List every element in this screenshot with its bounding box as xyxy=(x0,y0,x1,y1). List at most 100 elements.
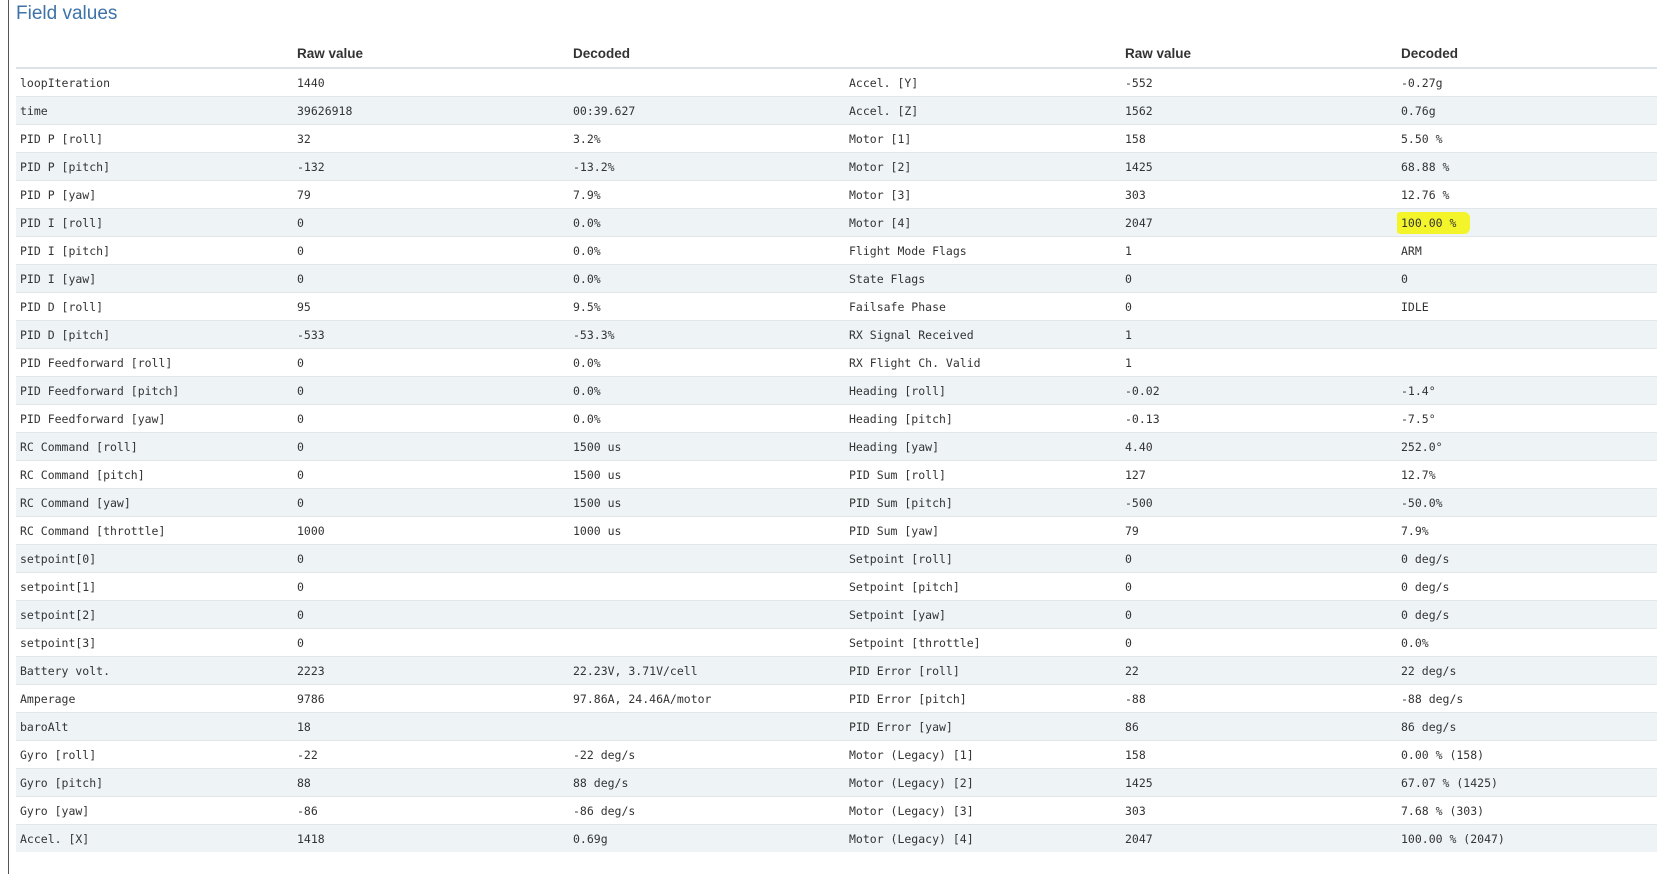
field-name-cell: PID Error [roll] xyxy=(845,656,1121,685)
field-name-cell: Heading [yaw] xyxy=(845,432,1121,461)
raw-value-cell: 0 xyxy=(1121,544,1397,573)
section-title: Field values xyxy=(16,3,118,24)
decoded-value-cell: 1500 us xyxy=(569,488,845,517)
raw-value-cell: 1000 xyxy=(293,516,569,545)
decoded-value-cell xyxy=(1397,348,1657,377)
field-name-cell: RC Command [yaw] xyxy=(16,488,293,517)
raw-value-cell: 9786 xyxy=(293,684,569,713)
raw-value-cell: 0 xyxy=(293,404,569,433)
field-name-cell: PID I [roll] xyxy=(16,208,293,237)
table-row: PID Feedforward [yaw] 0 0.0% Heading [pitch… xyxy=(16,404,1657,433)
raw-value-cell: 0 xyxy=(1121,600,1397,629)
table-row: Battery volt. 2223 22.23V, 3.71V/cell PID E… xyxy=(16,656,1657,685)
decoded-value-cell: -86 deg/s xyxy=(569,796,845,825)
field-name-cell: PID D [pitch] xyxy=(16,320,293,349)
field-values-table: Raw value Decoded Raw value Decoded loop… xyxy=(16,39,1657,852)
decoded-value-cell xyxy=(569,712,845,741)
field-name-cell: time xyxy=(16,96,293,125)
table-row: PID I [roll] 0 0.0% Motor [4] 2047 100.00 % xyxy=(16,208,1657,237)
raw-value-cell: -86 xyxy=(293,796,569,825)
decoded-value-cell: 97.86A, 24.46A/motor xyxy=(569,684,845,713)
raw-value-cell: 0 xyxy=(1121,572,1397,601)
table-row: Gyro [roll] -22 -22 deg/s Motor (Legacy) [1… xyxy=(16,740,1657,769)
field-name-cell: RX Signal Received xyxy=(845,320,1121,349)
raw-value-cell: -22 xyxy=(293,740,569,769)
decoded-value-cell: -22 deg/s xyxy=(569,740,845,769)
decoded-value-cell xyxy=(1397,320,1657,349)
field-name-cell: PID Error [pitch] xyxy=(845,684,1121,713)
field-name-cell: Flight Mode Flags xyxy=(845,236,1121,265)
field-name-cell: PID Sum [pitch] xyxy=(845,488,1121,517)
decoded-value-cell: 0 xyxy=(1397,264,1657,293)
raw-value-cell: -88 xyxy=(1121,684,1397,713)
raw-value-cell: 0 xyxy=(293,208,569,237)
header-field-name xyxy=(16,39,293,69)
raw-value-cell: 79 xyxy=(1121,516,1397,545)
table-row: Amperage 9786 97.86A, 24.46A/motor PID Erro… xyxy=(16,684,1657,713)
raw-value-cell: 39626918 xyxy=(293,96,569,125)
raw-value-cell: 1 xyxy=(1121,348,1397,377)
decoded-value-cell: 0 deg/s xyxy=(1397,544,1657,573)
table-row: time 39626918 00:39.627 Accel. [Z] 1562 0.76g xyxy=(16,96,1657,125)
raw-value-cell: 86 xyxy=(1121,712,1397,741)
field-name-cell: setpoint[1] xyxy=(16,572,293,601)
raw-value-cell: 303 xyxy=(1121,796,1397,825)
raw-value-cell: 1418 xyxy=(293,824,569,852)
field-name-cell: RX Flight Ch. Valid xyxy=(845,348,1121,377)
field-name-cell: Motor [2] xyxy=(845,152,1121,181)
table-row: PID I [pitch] 0 0.0% Flight Mode Flags 1 ARM xyxy=(16,236,1657,265)
header-row: Raw value Decoded Raw value Decoded xyxy=(16,39,1657,69)
decoded-value-cell: 0.0% xyxy=(569,208,845,237)
raw-value-cell: 1562 xyxy=(1121,96,1397,125)
field-name-cell: PID Error [yaw] xyxy=(845,712,1121,741)
field-name-cell: Setpoint [throttle] xyxy=(845,628,1121,657)
field-name-cell: Motor (Legacy) [2] xyxy=(845,768,1121,797)
decoded-value-cell: 88 deg/s xyxy=(569,768,845,797)
decoded-value-cell: 0.0% xyxy=(569,404,845,433)
field-name-cell: Setpoint [yaw] xyxy=(845,600,1121,629)
table-row: Accel. [X] 1418 0.69g Motor (Legacy) [4] 204… xyxy=(16,824,1657,852)
decoded-value-cell: 00:39.627 xyxy=(569,96,845,125)
decoded-value-cell: 252.0° xyxy=(1397,432,1657,461)
decoded-value-cell: 1500 us xyxy=(569,460,845,489)
raw-value-cell: 0 xyxy=(293,572,569,601)
field-name-cell: loopIteration xyxy=(16,67,293,97)
field-name-cell: setpoint[0] xyxy=(16,544,293,573)
field-name-cell: Gyro [pitch] xyxy=(16,768,293,797)
field-name-cell: PID Sum [roll] xyxy=(845,460,1121,489)
decoded-value-cell xyxy=(569,628,845,657)
table-row: setpoint[2] 0 Setpoint [yaw] 0 0 deg/s xyxy=(16,600,1657,629)
field-name-cell: setpoint[3] xyxy=(16,628,293,657)
decoded-value-cell: 0.76g xyxy=(1397,96,1657,125)
field-name-cell: Accel. [X] xyxy=(16,824,293,852)
decoded-value-cell: ARM xyxy=(1397,236,1657,265)
raw-value-cell: 0 xyxy=(293,376,569,405)
raw-value-cell: 1425 xyxy=(1121,768,1397,797)
raw-value-cell: -552 xyxy=(1121,67,1397,97)
table-row: Gyro [yaw] -86 -86 deg/s Motor (Legacy) [3]… xyxy=(16,796,1657,825)
table-row: RC Command [throttle] 1000 1000 us PID Sum … xyxy=(16,516,1657,545)
table-row: RC Command [roll] 0 1500 us Heading [yaw] 4.… xyxy=(16,432,1657,461)
decoded-value-cell: 0.00 % (158) xyxy=(1397,740,1657,769)
table-row: PID Feedforward [roll] 0 0.0% RX Flight Ch.… xyxy=(16,348,1657,377)
field-name-cell: PID I [yaw] xyxy=(16,264,293,293)
raw-value-cell: 0 xyxy=(293,236,569,265)
decoded-value-cell: -7.5° xyxy=(1397,404,1657,433)
field-name-cell: Motor [4] xyxy=(845,208,1121,237)
raw-value-cell: -500 xyxy=(1121,488,1397,517)
decoded-value-cell: 100.00 % xyxy=(1397,208,1657,237)
table-row: PID D [pitch] -533 -53.3% RX Signal Receive… xyxy=(16,320,1657,349)
field-name-cell: PID Feedforward [pitch] xyxy=(16,376,293,405)
field-name-cell: Motor (Legacy) [1] xyxy=(845,740,1121,769)
table-row: PID P [roll] 32 3.2% Motor [1] 158 5.50 % xyxy=(16,124,1657,153)
decoded-value-cell: 9.5% xyxy=(569,292,845,321)
decoded-value-cell: 7.68 % (303) xyxy=(1397,796,1657,825)
table-row: PID P [yaw] 79 7.9% Motor [3] 303 12.76 % xyxy=(16,180,1657,209)
field-name-cell: Accel. [Z] xyxy=(845,96,1121,125)
table-row: Gyro [pitch] 88 88 deg/s Motor (Legacy) [2]… xyxy=(16,768,1657,797)
field-name-cell: Gyro [yaw] xyxy=(16,796,293,825)
raw-value-cell: 0 xyxy=(1121,628,1397,657)
decoded-value-cell: 0.0% xyxy=(569,236,845,265)
field-name-cell: PID P [yaw] xyxy=(16,180,293,209)
decoded-value-cell: -53.3% xyxy=(569,320,845,349)
